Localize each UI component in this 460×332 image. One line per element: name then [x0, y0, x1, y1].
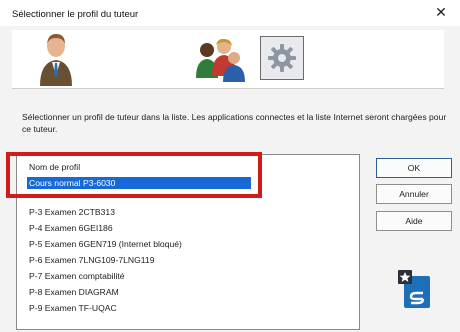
title-bar: Sélectionner le profil du tuteur ✕	[0, 0, 460, 26]
cancel-button[interactable]: Annuler	[376, 184, 452, 204]
list-item[interactable]: P-2 Examen (Internet bloqué)	[29, 191, 142, 198]
list-item[interactable]: P-6 Examen 7LNG109-7LNG119	[29, 254, 154, 266]
ok-button[interactable]: OK	[376, 158, 452, 178]
tutor-profile-dialog: Sélectionner le profil du tuteur ✕ Sélec…	[0, 0, 460, 332]
list-item[interactable]: P-9 Examen TF-UQAC	[29, 302, 117, 314]
list-header: Nom de profil	[29, 162, 81, 172]
list-item[interactable]: P-3 Examen 2CTB313	[29, 206, 115, 218]
list-item[interactable]: P-5 Examen 6GEN719 (Internet bloqué)	[29, 238, 182, 250]
gear-icon	[268, 44, 296, 72]
list-item-selected[interactable]: Cours normal P3-6030	[27, 177, 251, 189]
tutor-person-icon	[40, 34, 72, 86]
list-item[interactable]: P-7 Examen comptabilité	[29, 270, 125, 282]
close-button[interactable]: ✕	[434, 5, 448, 19]
users-group-icon	[196, 38, 245, 82]
list-item[interactable]: P-8 Examen DIAGRAM	[29, 286, 119, 298]
header-banner	[12, 30, 444, 89]
instructions-text: Sélectionner un profil de tuteur dans la…	[22, 112, 447, 134]
settings-tile[interactable]	[260, 36, 304, 80]
profile-app-icon	[398, 270, 430, 308]
profile-listbox[interactable]: Nom de profil Cours normal P3-6030 P-2 E…	[16, 154, 360, 330]
window-title: Sélectionner le profil du tuteur	[12, 9, 139, 20]
help-button[interactable]: Aide	[376, 211, 452, 231]
list-item[interactable]: P-4 Examen 6GEI186	[29, 222, 113, 234]
